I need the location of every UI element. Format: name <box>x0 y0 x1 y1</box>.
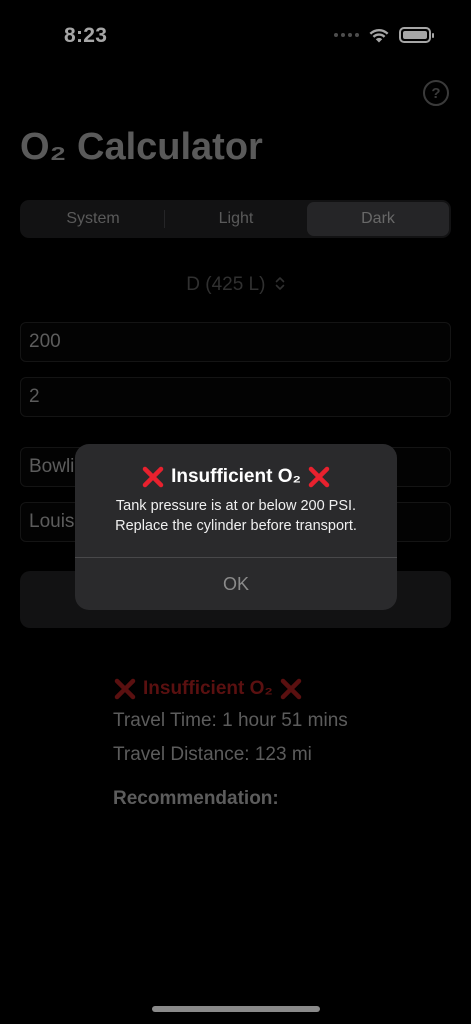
insufficient-o2-alert: Insufficient O₂ Tank pressure is at or b… <box>75 444 397 610</box>
alert-ok-button[interactable]: OK <box>75 558 397 610</box>
alert-message: Tank pressure is at or below 200 PSI. Re… <box>75 496 397 536</box>
cross-mark-icon <box>308 466 330 488</box>
cross-mark-icon <box>142 466 164 488</box>
alert-title: Insufficient O₂ <box>75 465 397 489</box>
alert-title-text: Insufficient O₂ <box>171 466 301 487</box>
alert-message-line: Replace the cylinder before transport. <box>115 518 357 534</box>
alert-message-line: Tank pressure is at or below 200 PSI. <box>115 498 357 514</box>
alert-ok-label: OK <box>222 573 249 594</box>
home-indicator[interactable] <box>152 1006 320 1012</box>
